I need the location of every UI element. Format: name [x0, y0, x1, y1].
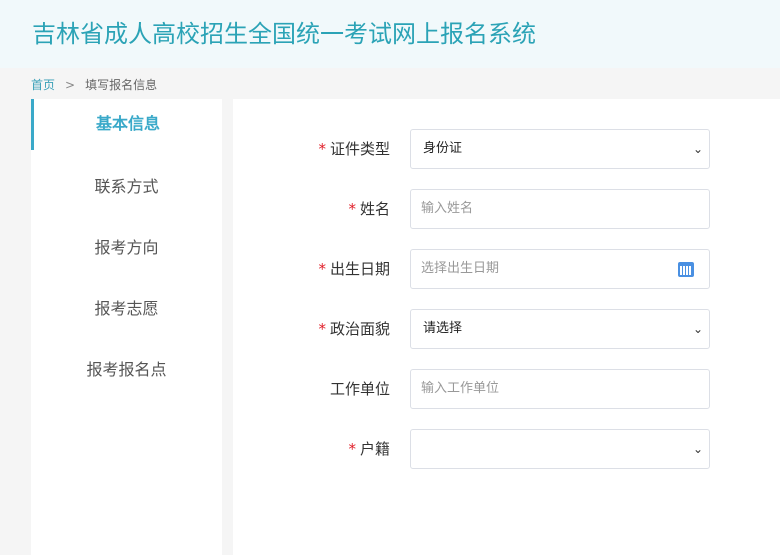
chevron-down-icon: ⌄ [692, 442, 703, 456]
row-name: * 姓名 输入姓名 [233, 189, 780, 229]
name-input[interactable]: 输入姓名 [410, 189, 710, 229]
breadcrumb-home-link[interactable]: 首页 [31, 78, 55, 92]
birth-label: * 出生日期 [318, 260, 390, 278]
required-mark: * [348, 200, 356, 218]
sidebar: 基本信息 联系方式 报考方向 报考志愿 报考报名点 [31, 99, 222, 555]
breadcrumb: 首页 > 填写报名信息 [31, 76, 157, 93]
sidebar-item-direction[interactable]: 报考方向 [31, 221, 222, 282]
form-panel: * 证件类型 身份证 ⌄ * 姓名 输入姓名 * 出生日期 选择出生日期 * 政治面貌 请… [233, 99, 780, 555]
breadcrumb-current: 填写报名信息 [85, 78, 158, 92]
chevron-down-icon: ⌄ [692, 142, 703, 156]
required-mark: * [318, 140, 326, 158]
row-birth: * 出生日期 选择出生日期 [233, 249, 780, 289]
work-unit-input[interactable]: 输入工作单位 [410, 369, 710, 409]
birth-date-input[interactable]: 选择出生日期 [410, 249, 710, 289]
id-type-select[interactable]: 身份证 ⌄ [410, 129, 710, 169]
name-label: * 姓名 [348, 200, 390, 218]
header: 吉林省成人高校招生全国统一考试网上报名系统 [0, 0, 780, 68]
sidebar-item-exam-site[interactable]: 报考报名点 [31, 343, 222, 404]
chevron-down-icon: ⌄ [692, 322, 703, 336]
work-label: 工作单位 [329, 380, 390, 398]
political-label: * 政治面貌 [318, 320, 390, 338]
household-select[interactable]: ⌄ [410, 429, 710, 469]
row-id-type: * 证件类型 身份证 ⌄ [233, 129, 780, 169]
required-mark: * [318, 260, 326, 278]
id-type-label: * 证件类型 [318, 140, 390, 158]
sidebar-item-contact[interactable]: 联系方式 [31, 160, 222, 221]
required-mark: * [348, 440, 356, 458]
breadcrumb-separator: > [65, 78, 76, 92]
sidebar-item-preferences[interactable]: 报考志愿 [31, 282, 222, 343]
household-label: * 户籍 [348, 440, 390, 458]
required-mark: * [318, 320, 326, 338]
political-select[interactable]: 请选择 ⌄ [410, 309, 710, 349]
row-work: 工作单位 输入工作单位 [233, 369, 780, 409]
row-political: * 政治面貌 请选择 ⌄ [233, 309, 780, 349]
calendar-icon[interactable] [678, 262, 694, 277]
row-household: * 户籍 ⌄ [233, 429, 780, 469]
page-title: 吉林省成人高校招生全国统一考试网上报名系统 [32, 20, 536, 48]
sidebar-item-basic-info[interactable]: 基本信息 [31, 99, 222, 150]
